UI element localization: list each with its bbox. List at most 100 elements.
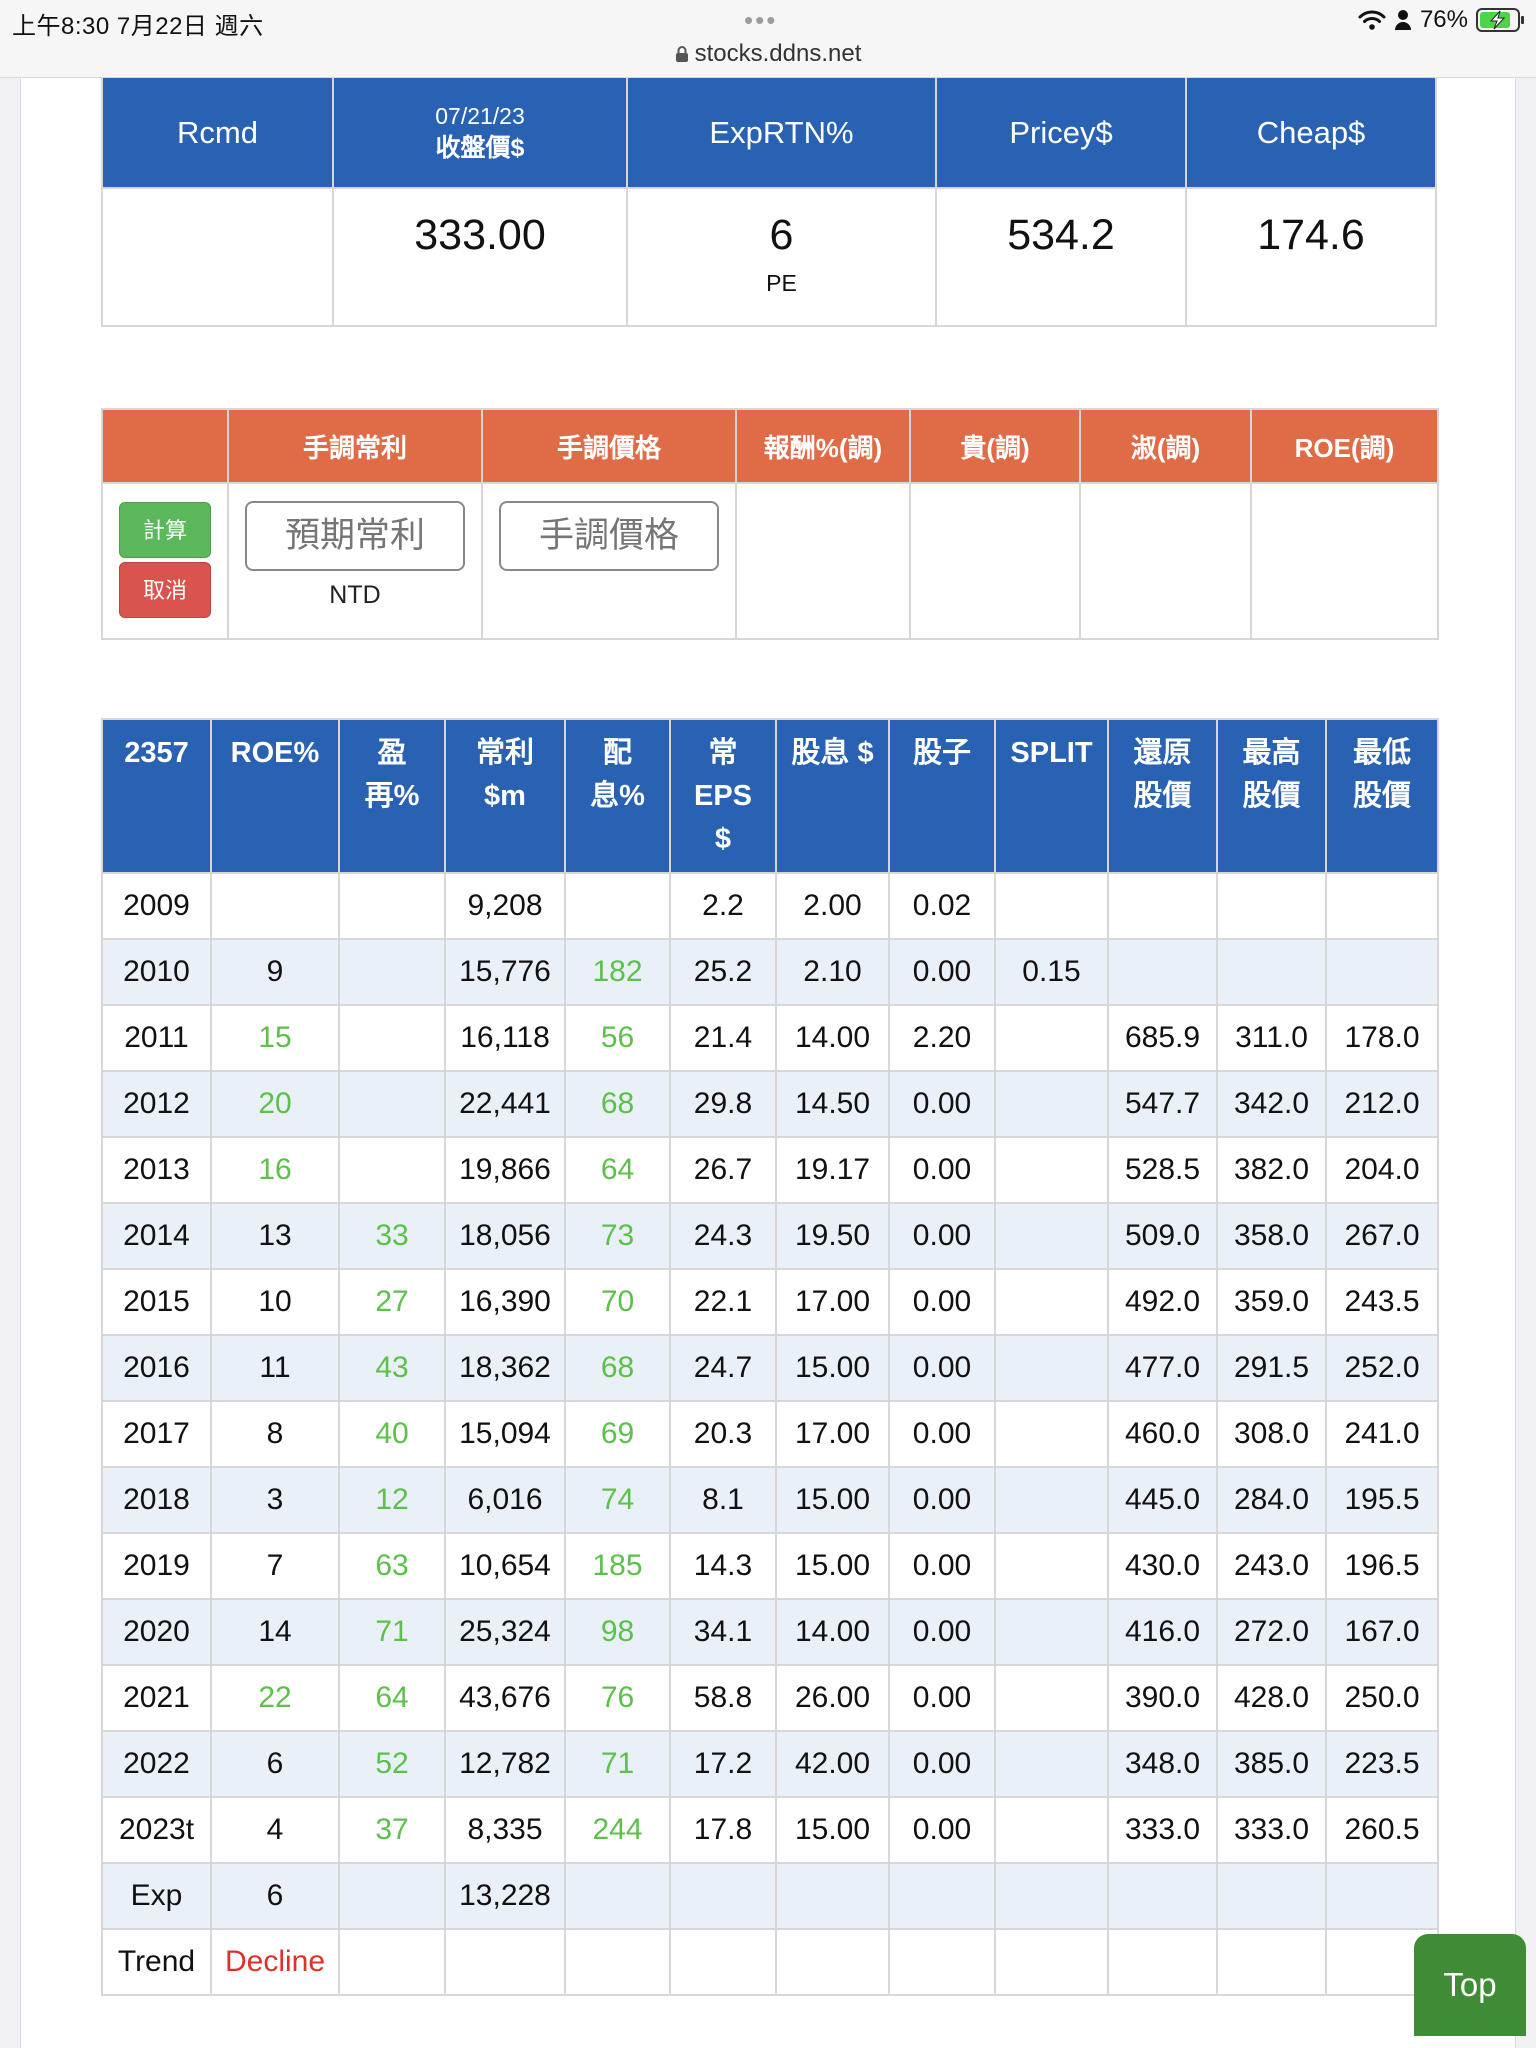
back-to-top-button[interactable]: Top bbox=[1414, 1934, 1526, 2036]
table-cell: 6,016 bbox=[444, 1466, 566, 1534]
table-cell: 16,118 bbox=[444, 1004, 566, 1072]
table-cell bbox=[994, 1730, 1109, 1798]
table-cell: 40 bbox=[338, 1400, 446, 1468]
table-cell: 63 bbox=[338, 1532, 446, 1600]
table-cell: 29.8 bbox=[669, 1070, 777, 1138]
history-header: 還原 股價 bbox=[1107, 718, 1218, 874]
table-cell bbox=[994, 1796, 1109, 1864]
table-cell: 71 bbox=[338, 1598, 446, 1666]
table-cell: 272.0 bbox=[1216, 1598, 1327, 1666]
table-cell: 34.1 bbox=[669, 1598, 777, 1666]
table-cell: 13 bbox=[210, 1202, 340, 1270]
table-cell: 17.00 bbox=[775, 1400, 890, 1468]
table-cell: 390.0 bbox=[1107, 1664, 1218, 1732]
more-dots-icon[interactable]: ••• bbox=[744, 7, 777, 33]
table-row: 2016 11 43 18,362 68 24.7 15.00 0.00 477.0 291.5 2… bbox=[101, 1334, 1439, 1402]
table-row: 2012 20 22,441 68 29.8 14.50 0.00 547.7 342.0 212… bbox=[101, 1070, 1439, 1138]
address-bar[interactable]: stocks.ddns.net bbox=[0, 40, 1536, 68]
table-cell: 445.0 bbox=[1107, 1466, 1218, 1534]
table-cell: 17.8 bbox=[669, 1796, 777, 1864]
row-year: 2021 bbox=[101, 1664, 212, 1732]
table-cell: 18,056 bbox=[444, 1202, 566, 1270]
table-cell: 70 bbox=[564, 1268, 671, 1336]
table-cell bbox=[1325, 872, 1439, 940]
table-row: 2023t 4 37 8,335 244 17.8 15.00 0.00 333.0 333.0 2… bbox=[101, 1796, 1439, 1864]
person-icon bbox=[1394, 10, 1411, 30]
row-year: 2020 bbox=[101, 1598, 212, 1666]
table-cell: 0.00 bbox=[888, 1796, 996, 1864]
manual-price-input[interactable] bbox=[499, 501, 719, 571]
summary-table: Rcmd 07/21/23 收盤價$ ExpRTN% Pricey$ Cheap… bbox=[101, 78, 1437, 327]
history-header: 股子 bbox=[888, 718, 996, 874]
header-rcmd: Rcmd bbox=[101, 78, 334, 189]
table-cell bbox=[338, 1862, 446, 1930]
table-cell: 19.50 bbox=[775, 1202, 890, 1270]
table-cell: 509.0 bbox=[1107, 1202, 1218, 1270]
table-row: Trend Decline bbox=[101, 1928, 1439, 1996]
table-cell: 15,776 bbox=[444, 938, 566, 1006]
expected-profit-input[interactable] bbox=[245, 501, 465, 571]
table-cell: 76 bbox=[564, 1664, 671, 1732]
table-cell: 243.5 bbox=[1325, 1268, 1439, 1336]
table-cell bbox=[338, 938, 446, 1006]
table-row: 2011 15 16,118 56 21.4 14.00 2.20 685.9 311.0 178… bbox=[101, 1004, 1439, 1072]
lock-icon bbox=[675, 46, 688, 62]
table-cell: 308.0 bbox=[1216, 1400, 1327, 1468]
cancel-button[interactable]: 取消 bbox=[119, 562, 211, 618]
table-cell: 14.00 bbox=[775, 1598, 890, 1666]
value-exp-rtn: 6 PE bbox=[626, 187, 937, 327]
table-cell: 333.0 bbox=[1216, 1796, 1327, 1864]
table-row: 2018 3 12 6,016 74 8.1 15.00 0.00 445.0 284.0 195.… bbox=[101, 1466, 1439, 1534]
exp-rtn-sub: PE bbox=[766, 270, 797, 296]
table-cell: 16 bbox=[210, 1136, 340, 1204]
table-cell: 43,676 bbox=[444, 1664, 566, 1732]
table-cell: 2.2 bbox=[669, 872, 777, 940]
table-cell: 359.0 bbox=[1216, 1268, 1327, 1336]
url-text: stocks.ddns.net bbox=[694, 40, 862, 67]
table-cell bbox=[994, 1070, 1109, 1138]
table-cell: 22 bbox=[210, 1664, 340, 1732]
table-cell bbox=[564, 1928, 671, 1996]
table-cell bbox=[210, 872, 340, 940]
table-row: 2022 6 52 12,782 71 17.2 42.00 0.00 348.0 385.0 22… bbox=[101, 1730, 1439, 1798]
table-cell: 69 bbox=[564, 1400, 671, 1468]
table-cell bbox=[1107, 1862, 1218, 1930]
table-cell: 14 bbox=[210, 1598, 340, 1666]
table-cell bbox=[994, 1202, 1109, 1270]
value-rcmd bbox=[101, 187, 334, 327]
table-cell: 0.02 bbox=[888, 872, 996, 940]
table-cell: 15.00 bbox=[775, 1532, 890, 1600]
row-year: 2019 bbox=[101, 1532, 212, 1600]
table-cell: 64 bbox=[564, 1136, 671, 1204]
table-cell bbox=[994, 1004, 1109, 1072]
table-cell: 243.0 bbox=[1216, 1532, 1327, 1600]
table-cell: 204.0 bbox=[1325, 1136, 1439, 1204]
table-cell bbox=[888, 1928, 996, 1996]
table-cell: 0.00 bbox=[888, 1202, 996, 1270]
table-cell: 68 bbox=[564, 1070, 671, 1138]
table-cell bbox=[669, 1928, 777, 1996]
table-cell: 19,866 bbox=[444, 1136, 566, 1204]
table-cell: 26.00 bbox=[775, 1664, 890, 1732]
table-cell bbox=[1216, 938, 1327, 1006]
table-cell bbox=[1216, 1928, 1327, 1996]
table-cell bbox=[1107, 872, 1218, 940]
table-cell: 11 bbox=[210, 1334, 340, 1402]
history-header: ROE% bbox=[210, 718, 340, 874]
table-cell: 58.8 bbox=[669, 1664, 777, 1732]
battery-charging-icon bbox=[1476, 8, 1524, 32]
table-cell: 382.0 bbox=[1216, 1136, 1327, 1204]
table-cell: 182 bbox=[564, 938, 671, 1006]
table-cell: 244 bbox=[564, 1796, 671, 1864]
header-exp-rtn: ExpRTN% bbox=[626, 78, 937, 189]
table-cell bbox=[994, 1532, 1109, 1600]
table-cell: 0.00 bbox=[888, 1334, 996, 1402]
table-cell: 547.7 bbox=[1107, 1070, 1218, 1138]
exp-rtn-number: 6 bbox=[769, 211, 794, 259]
calculate-button[interactable]: 計算 bbox=[119, 502, 211, 558]
table-cell: 2.20 bbox=[888, 1004, 996, 1072]
table-cell: 25,324 bbox=[444, 1598, 566, 1666]
row-year: 2023t bbox=[101, 1796, 212, 1864]
table-cell: 0.00 bbox=[888, 1730, 996, 1798]
table-cell bbox=[1325, 938, 1439, 1006]
